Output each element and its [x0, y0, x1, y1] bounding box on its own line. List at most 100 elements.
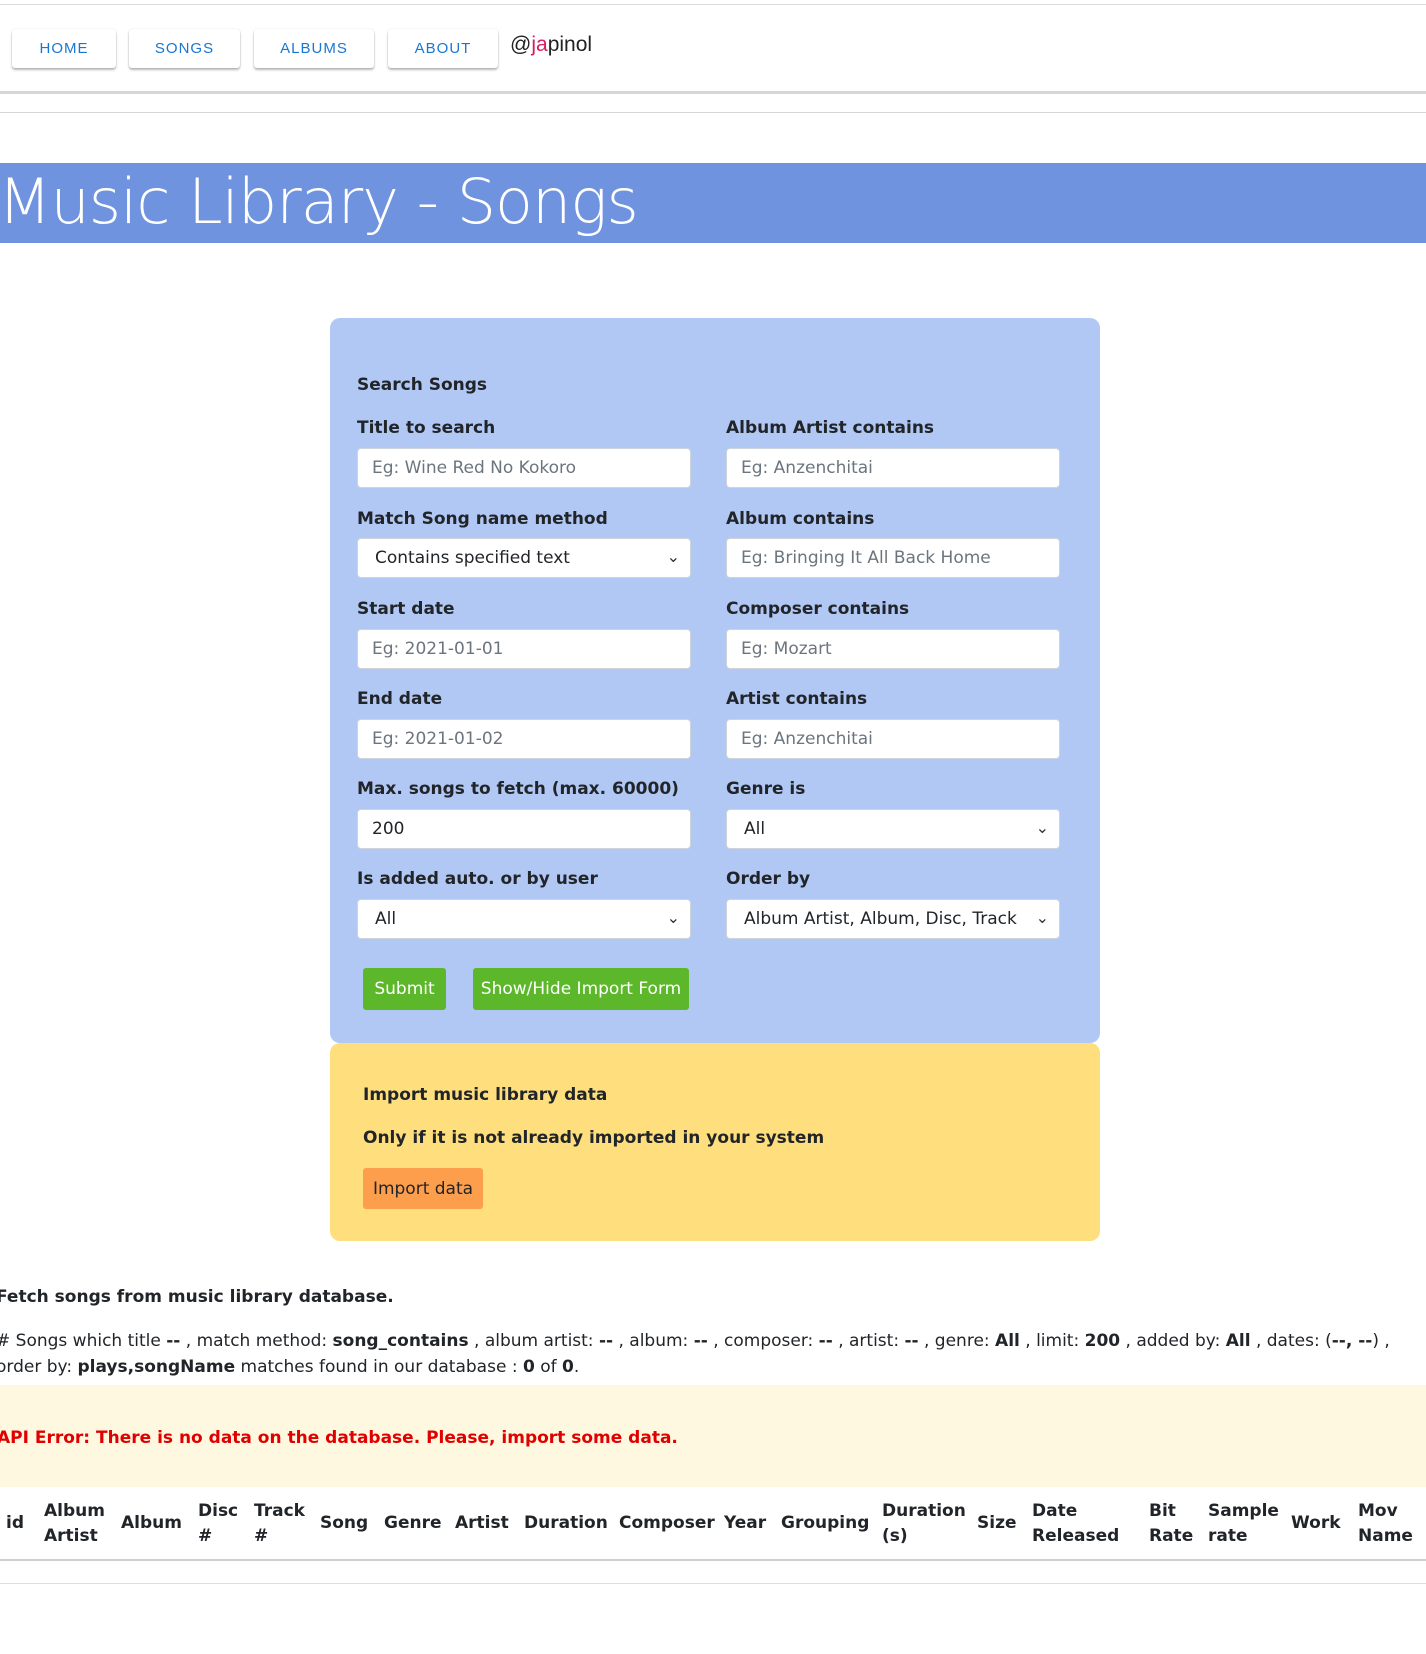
- album-input[interactable]: [726, 538, 1060, 578]
- table-header-border: [0, 1559, 1426, 1561]
- column-header-disc[interactable]: Disc #: [198, 1499, 238, 1549]
- summary-text: .: [573, 1357, 580, 1377]
- column-header-line: Date: [1032, 1501, 1078, 1521]
- column-header-genre[interactable]: Genre: [384, 1511, 442, 1536]
- summary-value: All: [995, 1331, 1020, 1351]
- composer-label: Composer contains: [726, 599, 910, 619]
- genre-select[interactable]: All ⌄: [726, 809, 1060, 849]
- summary-text: , dates: (: [1250, 1331, 1332, 1351]
- album-label: Album contains: [726, 509, 875, 529]
- brand-prefix: @: [510, 33, 532, 56]
- column-header-line: rate: [1208, 1526, 1248, 1546]
- start-date-input[interactable]: [357, 629, 691, 669]
- match-method-value: Contains specified text: [375, 548, 570, 568]
- match-method-select[interactable]: Contains specified text ⌄: [357, 538, 691, 578]
- summary-text: , genre:: [918, 1331, 996, 1351]
- start-date-label: Start date: [357, 599, 455, 619]
- nav-songs-button[interactable]: SONGS: [129, 29, 240, 68]
- column-header-line: #: [254, 1526, 269, 1546]
- navbar: HOME SONGS ALBUMS ABOUT @japinol: [0, 0, 1426, 96]
- summary-text: , artist:: [832, 1331, 905, 1351]
- column-header-line: Bit: [1149, 1501, 1176, 1521]
- artist-label: Artist contains: [726, 689, 868, 709]
- added-by-select[interactable]: All ⌄: [357, 899, 691, 939]
- summary-value: --: [166, 1331, 181, 1351]
- summary-value: --, --: [1331, 1331, 1373, 1351]
- summary-text: , album artist:: [468, 1331, 599, 1351]
- songs-table-header: id Album Artist Album Disc # Track # Song G…: [0, 1487, 1426, 1559]
- column-header-line: #: [198, 1526, 213, 1546]
- results-summary: # Songs which title -- , match method: s…: [0, 1328, 1416, 1380]
- artist-input[interactable]: [726, 719, 1060, 759]
- import-data-button[interactable]: Import data: [363, 1168, 483, 1209]
- album-artist-label: Album Artist contains: [726, 418, 935, 438]
- import-title: Import music library data: [363, 1085, 608, 1105]
- column-header-duration-s[interactable]: Duration (s): [882, 1499, 966, 1549]
- match-method-label: Match Song name method: [357, 509, 608, 529]
- end-date-input[interactable]: [357, 719, 691, 759]
- column-header-line: Disc: [198, 1501, 239, 1521]
- column-header-id[interactable]: id: [6, 1511, 24, 1536]
- summary-text: , added by:: [1120, 1331, 1226, 1351]
- summary-text: , limit:: [1019, 1331, 1085, 1351]
- column-header-artist[interactable]: Artist: [455, 1511, 509, 1536]
- column-header-year[interactable]: Year: [724, 1511, 766, 1536]
- summary-value: 200: [1084, 1331, 1121, 1351]
- chevron-down-icon: ⌄: [666, 547, 680, 566]
- column-header-mov-name[interactable]: Mov Name: [1358, 1499, 1413, 1549]
- error-message: API Error: There is no data on the datab…: [0, 1428, 678, 1448]
- column-header-grouping[interactable]: Grouping: [781, 1511, 869, 1536]
- column-header-line: Rate: [1149, 1526, 1194, 1546]
- composer-input[interactable]: [726, 629, 1060, 669]
- submit-button[interactable]: Submit: [363, 968, 446, 1010]
- column-header-line: Name: [1358, 1526, 1413, 1546]
- summary-value: song_contains: [332, 1331, 469, 1351]
- nav-about-button[interactable]: ABOUT: [388, 29, 498, 68]
- summary-value: All: [1225, 1331, 1251, 1351]
- album-artist-input[interactable]: [726, 448, 1060, 488]
- column-header-work[interactable]: Work: [1291, 1511, 1341, 1536]
- toggle-import-form-button[interactable]: Show/Hide Import Form: [473, 968, 689, 1010]
- table-bottom-border: [0, 1583, 1426, 1584]
- results-title: Fetch songs from music library database.: [0, 1287, 394, 1307]
- navbar-divider: [0, 91, 1426, 94]
- column-header-track[interactable]: Track #: [254, 1499, 305, 1549]
- order-by-select[interactable]: Album Artist, Album, Disc, Track ⌄: [726, 899, 1060, 939]
- page-header-banner: Music Library - Songs: [0, 163, 1426, 243]
- column-header-song[interactable]: Song: [320, 1511, 368, 1536]
- column-header-line: Sample: [1208, 1501, 1279, 1521]
- column-header-duration[interactable]: Duration: [524, 1511, 608, 1536]
- column-header-bit-rate[interactable]: Bit Rate: [1149, 1499, 1193, 1549]
- search-songs-form: Search Songs Title to search Album Artis…: [330, 318, 1100, 1043]
- column-header-composer[interactable]: Composer: [619, 1511, 715, 1536]
- brand-link[interactable]: @japinol: [510, 33, 592, 57]
- nav-albums-button[interactable]: ALBUMS: [254, 29, 374, 68]
- search-heading: Search Songs: [357, 375, 488, 395]
- column-header-album[interactable]: Album: [121, 1511, 182, 1536]
- genre-label: Genre is: [726, 779, 806, 799]
- summary-text: , match method:: [180, 1331, 333, 1351]
- order-by-label: Order by: [726, 869, 811, 889]
- column-header-size[interactable]: Size: [977, 1511, 1017, 1536]
- summary-value: plays,songName: [77, 1357, 236, 1377]
- end-date-label: End date: [357, 689, 443, 709]
- nav-home-button[interactable]: HOME: [12, 29, 116, 68]
- brand-suffix: pinol: [547, 33, 593, 56]
- column-header-album-artist[interactable]: Album Artist: [44, 1499, 105, 1549]
- summary-value: 0: [562, 1357, 574, 1377]
- error-alert: API Error: There is no data on the datab…: [0, 1385, 1426, 1487]
- summary-text: matches found in our database :: [235, 1357, 523, 1377]
- column-header-date-released[interactable]: Date Released: [1032, 1499, 1119, 1549]
- max-songs-label: Max. songs to fetch (max. 60000): [357, 779, 679, 799]
- title-input[interactable]: [357, 448, 691, 488]
- section-divider: [0, 112, 1426, 113]
- column-header-line: Track: [254, 1501, 305, 1521]
- page-title: Music Library - Songs: [0, 165, 639, 238]
- column-header-sample-rate[interactable]: Sample rate: [1208, 1499, 1279, 1549]
- import-panel: Import music library data Only if it is …: [330, 1043, 1100, 1241]
- column-header-line: Artist: [44, 1526, 98, 1546]
- max-songs-input[interactable]: [357, 809, 691, 849]
- summary-text: of: [534, 1357, 562, 1377]
- chevron-down-icon: ⌄: [666, 908, 680, 927]
- summary-text: , album:: [613, 1331, 694, 1351]
